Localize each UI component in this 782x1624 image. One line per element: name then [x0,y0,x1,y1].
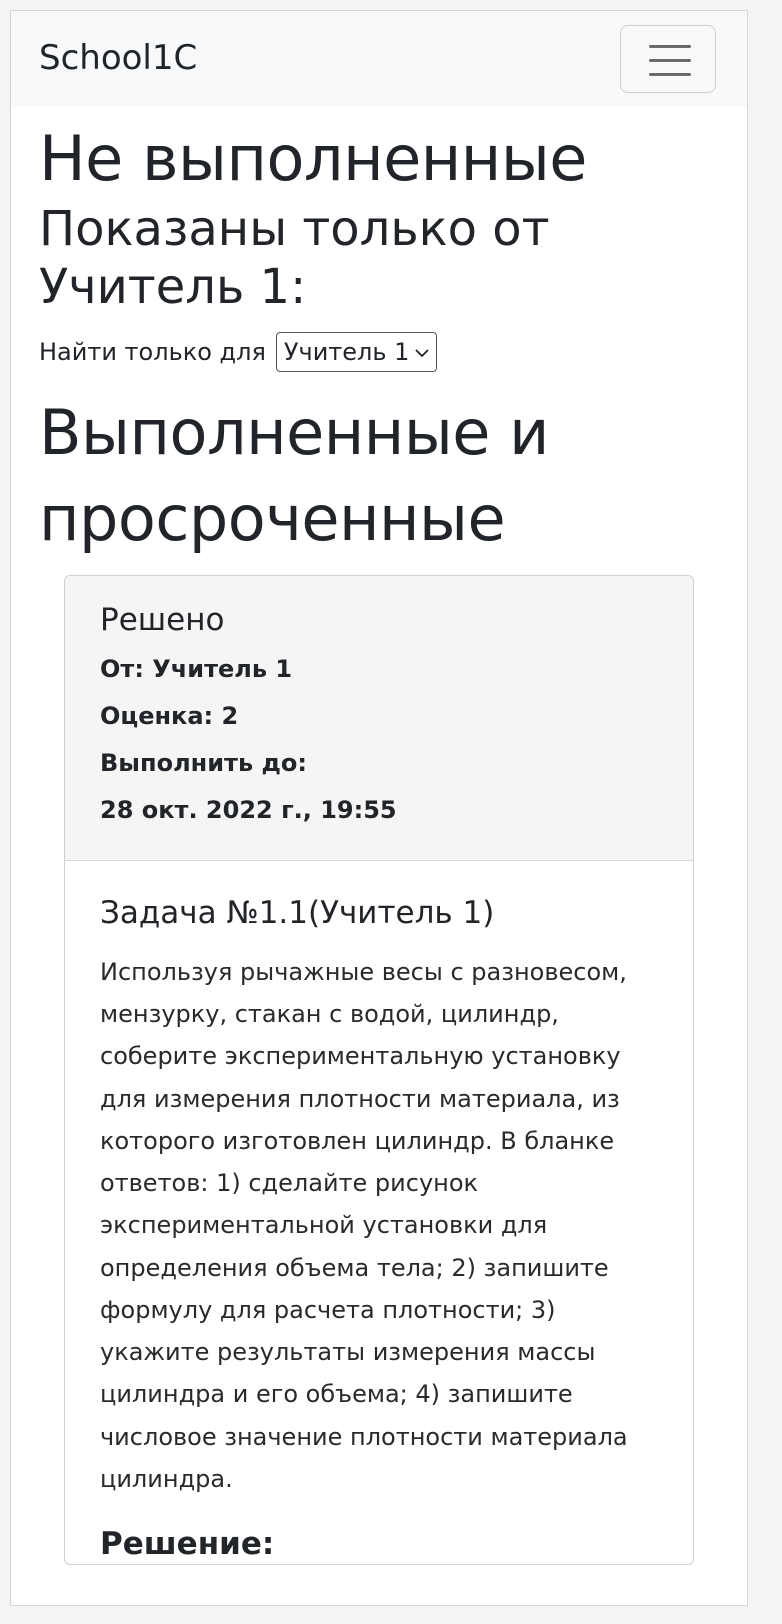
task-title: Задача №1.1(Учитель 1) [100,894,495,931]
solution-title: Решение: [100,1526,275,1563]
brand-link[interactable]: School1C [39,39,197,77]
heading-not-completed: Не выполненные [39,122,587,195]
browser-frame: School1C Не выполненные Показаны только … [10,10,748,1606]
filter-label: Найти только для [39,338,266,367]
navbar-toggler-button[interactable] [620,25,716,93]
task-card-body: Задача №1.1(Учитель 1) Используя рычажны… [65,861,693,1565]
teacher-select-value: Учитель 1 [283,338,410,367]
filter-heading: Показаны только от Учитель 1: [39,200,550,315]
teacher-filter: Найти только для Учитель 1 [39,330,719,374]
task-due-label: Выполнить до: [100,749,307,778]
task-grade: Оценка: 2 [100,702,239,731]
task-from: От: Учитель 1 [100,655,293,684]
teacher-select[interactable]: Учитель 1 [275,332,438,373]
task-card: Решено От: Учитель 1 Оценка: 2 Выполнить… [64,575,694,1566]
main-content: Не выполненные Показаны только от Учител… [11,107,747,1566]
chevron-down-icon [415,339,430,363]
task-description: Используя рычажные весы с разновесом, ме… [100,957,628,1493]
navbar: School1C [11,11,747,107]
task-card-header: Решено От: Учитель 1 Оценка: 2 Выполнить… [65,576,693,861]
task-due-date: 28 окт. 2022 г., 19:55 [100,795,397,824]
heading-completed: Выполненные и просроченные [39,396,549,555]
task-status: Решено [100,602,225,639]
